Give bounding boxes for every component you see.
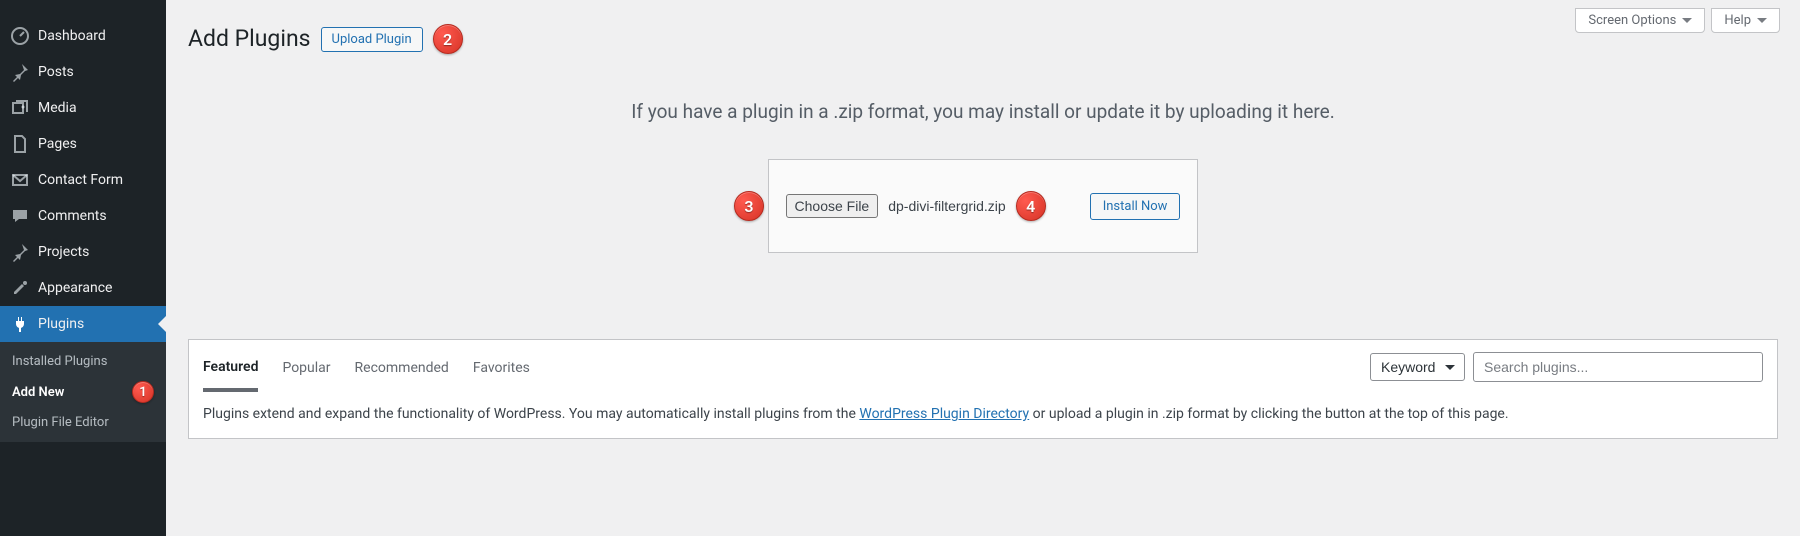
sidebar-item-label: Contact Form bbox=[38, 172, 123, 188]
sidebar-item-pages[interactable]: Pages bbox=[0, 126, 166, 162]
step-badge-4: 4 bbox=[1016, 191, 1046, 221]
main-content: Screen Options Help Add Plugins Upload P… bbox=[166, 0, 1800, 536]
plugin-directory-link[interactable]: WordPress Plugin Directory bbox=[859, 406, 1029, 422]
sidebar-item-comments[interactable]: Comments bbox=[0, 198, 166, 234]
sidebar-item-appearance[interactable]: Appearance bbox=[0, 270, 166, 306]
sidebar-item-projects[interactable]: Projects bbox=[0, 234, 166, 270]
upload-area: If you have a plugin in a .zip format, y… bbox=[188, 100, 1778, 253]
sidebar-item-posts[interactable]: Posts bbox=[0, 54, 166, 90]
screen-meta-links: Screen Options Help bbox=[1575, 8, 1780, 33]
upload-plugin-button[interactable]: Upload Plugin bbox=[321, 27, 423, 52]
sidebar-item-label: Projects bbox=[38, 244, 89, 260]
help-label: Help bbox=[1724, 13, 1751, 28]
upload-message: If you have a plugin in a .zip format, y… bbox=[631, 100, 1335, 123]
heading-row: Add Plugins Upload Plugin 2 bbox=[188, 0, 1778, 54]
page-title: Add Plugins bbox=[188, 24, 311, 54]
submenu-label: Plugin File Editor bbox=[12, 415, 109, 430]
install-now-button[interactable]: Install Now bbox=[1090, 193, 1181, 220]
tab-popular[interactable]: Popular bbox=[282, 343, 330, 390]
mail-icon bbox=[10, 170, 30, 190]
plugin-filter-bar: Featured Popular Recommended Favorites K… bbox=[188, 339, 1778, 393]
selected-filename: dp-divi-filtergrid.zip bbox=[888, 198, 1005, 214]
appearance-icon bbox=[10, 278, 30, 298]
sidebar-item-label: Dashboard bbox=[38, 28, 106, 44]
step-badge-3: 3 bbox=[734, 191, 764, 221]
plugin-search-area: Keyword bbox=[1370, 352, 1763, 382]
sidebar-item-label: Pages bbox=[38, 136, 77, 152]
admin-sidebar: Dashboard Posts Media Pages Contact Form… bbox=[0, 0, 166, 536]
desc-suffix: or upload a plugin in .zip format by cli… bbox=[1029, 406, 1508, 422]
chevron-down-icon bbox=[1682, 18, 1692, 23]
sidebar-item-plugins[interactable]: Plugins bbox=[0, 306, 166, 342]
tab-favorites[interactable]: Favorites bbox=[473, 343, 530, 390]
submenu-label: Add New bbox=[12, 385, 64, 400]
sidebar-item-dashboard[interactable]: Dashboard bbox=[0, 18, 166, 54]
sidebar-item-label: Appearance bbox=[38, 280, 112, 296]
filter-tabs: Featured Popular Recommended Favorites bbox=[203, 342, 530, 392]
plugin-icon bbox=[10, 314, 30, 334]
screen-options-button[interactable]: Screen Options bbox=[1575, 8, 1705, 33]
submenu-add-new[interactable]: Add New 1 bbox=[0, 375, 166, 409]
search-type-select[interactable]: Keyword bbox=[1370, 353, 1465, 381]
submenu-label: Installed Plugins bbox=[12, 354, 107, 369]
page-icon bbox=[10, 134, 30, 154]
help-button[interactable]: Help bbox=[1711, 8, 1780, 33]
upload-box: 3 Choose File dp-divi-filtergrid.zip 4 I… bbox=[768, 159, 1198, 253]
pin-icon bbox=[10, 62, 30, 82]
sidebar-item-label: Comments bbox=[38, 208, 107, 224]
sidebar-item-label: Plugins bbox=[38, 316, 84, 332]
chevron-down-icon bbox=[1757, 18, 1767, 23]
step-badge-2: 2 bbox=[433, 24, 463, 54]
sidebar-item-contact-form[interactable]: Contact Form bbox=[0, 162, 166, 198]
sidebar-item-label: Posts bbox=[38, 64, 74, 80]
submenu-plugin-file-editor[interactable]: Plugin File Editor bbox=[0, 409, 166, 436]
step-badge-1: 1 bbox=[132, 381, 154, 403]
plugins-submenu: Installed Plugins Add New 1 Plugin File … bbox=[0, 342, 166, 442]
desc-prefix: Plugins extend and expand the functional… bbox=[203, 406, 859, 422]
choose-file-button[interactable]: Choose File bbox=[786, 194, 879, 218]
tab-recommended[interactable]: Recommended bbox=[355, 343, 449, 390]
plugin-browser-description: Plugins extend and expand the functional… bbox=[188, 393, 1778, 439]
sidebar-item-media[interactable]: Media bbox=[0, 90, 166, 126]
media-icon bbox=[10, 98, 30, 118]
search-plugins-input[interactable] bbox=[1473, 352, 1763, 382]
submenu-installed-plugins[interactable]: Installed Plugins bbox=[0, 348, 166, 375]
tab-featured[interactable]: Featured bbox=[203, 342, 258, 392]
screen-options-label: Screen Options bbox=[1588, 13, 1676, 28]
comment-icon bbox=[10, 206, 30, 226]
dashboard-icon bbox=[10, 26, 30, 46]
sidebar-item-label: Media bbox=[38, 100, 77, 116]
pin-icon bbox=[10, 242, 30, 262]
